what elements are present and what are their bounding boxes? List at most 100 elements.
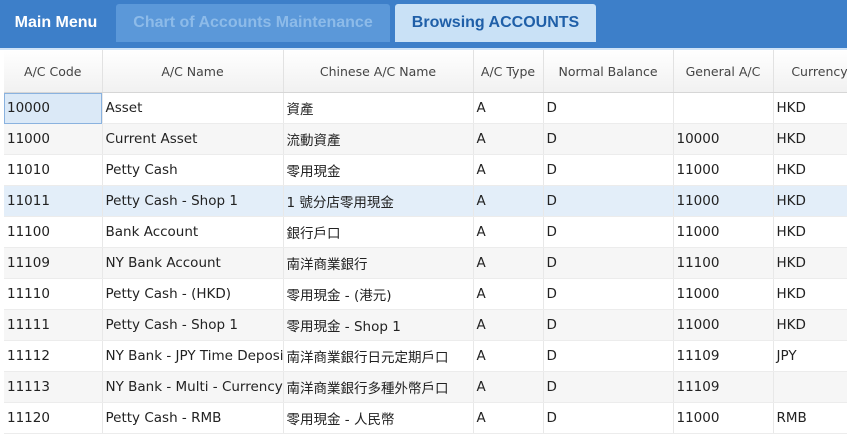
cell-ac-name[interactable]: Asset — [102, 92, 284, 124]
cell-ac-code[interactable]: 11100 — [4, 216, 103, 248]
tab-chart-of-accounts-maintenance[interactable]: Chart of Accounts Maintenance — [116, 4, 390, 42]
cell-ac-code[interactable]: 11000 — [4, 123, 103, 155]
cell-chinese-ac-name[interactable]: 南洋商業銀行日元定期戶口 — [283, 340, 474, 372]
table-row[interactable]: 11112 NY Bank - JPY Time Deposit 南洋商業銀行日… — [4, 340, 847, 372]
cell-ac-name[interactable]: NY Bank Account — [102, 247, 284, 279]
cell-normal-balance[interactable]: D — [543, 185, 674, 217]
cell-ac-name[interactable]: Bank Account — [102, 216, 284, 248]
cell-normal-balance[interactable]: D — [543, 216, 674, 248]
cell-ac-code[interactable]: 11010 — [4, 154, 103, 186]
cell-ac-type[interactable]: A — [473, 123, 544, 155]
cell-ac-code[interactable]: 10000 — [4, 92, 103, 124]
cell-ac-name[interactable]: Current Asset — [102, 123, 284, 155]
column-header-chinese-ac-name[interactable]: Chinese A/C Name — [283, 50, 474, 93]
cell-chinese-ac-name[interactable]: 1 號分店零用現金 — [283, 185, 474, 217]
table-row[interactable]: 11110 Petty Cash - (HKD) 零用現金 - (港元) A D… — [4, 278, 847, 310]
cell-general-ac[interactable]: 11109 — [673, 340, 774, 372]
cell-chinese-ac-name[interactable]: 零用現金 - Shop 1 — [283, 309, 474, 341]
cell-ac-name[interactable]: NY Bank - Multi - Currency — [102, 371, 284, 403]
cell-ac-type[interactable]: A — [473, 154, 544, 186]
table-row[interactable]: 11120 Petty Cash - RMB 零用現金 - 人民幣 A D 11… — [4, 402, 847, 434]
cell-general-ac[interactable] — [673, 92, 774, 124]
cell-general-ac[interactable]: 11000 — [673, 185, 774, 217]
cell-ac-name[interactable]: Petty Cash - Shop 1 — [102, 185, 284, 217]
cell-currency[interactable]: HKD — [773, 154, 847, 186]
cell-normal-balance[interactable]: D — [543, 92, 674, 124]
cell-chinese-ac-name[interactable]: 銀行戶口 — [283, 216, 474, 248]
table-row[interactable]: 11109 NY Bank Account 南洋商業銀行 A D 11100 H… — [4, 247, 847, 279]
cell-normal-balance[interactable]: D — [543, 247, 674, 279]
cell-ac-code[interactable]: 11011 — [4, 185, 103, 217]
accounts-table: A/C Code A/C Name Chinese A/C Name A/C T… — [4, 50, 847, 434]
cell-currency[interactable]: HKD — [773, 247, 847, 279]
table-row[interactable]: 11000 Current Asset 流動資產 A D 10000 HKD — [4, 123, 847, 155]
cell-ac-name[interactable]: Petty Cash — [102, 154, 284, 186]
cell-ac-name[interactable]: NY Bank - JPY Time Deposit — [102, 340, 284, 372]
cell-general-ac[interactable]: 11000 — [673, 154, 774, 186]
table-header-row: A/C Code A/C Name Chinese A/C Name A/C T… — [4, 50, 847, 93]
cell-ac-type[interactable]: A — [473, 340, 544, 372]
column-header-currency[interactable]: Currency — [773, 50, 847, 93]
cell-ac-type[interactable]: A — [473, 185, 544, 217]
cell-chinese-ac-name[interactable]: 南洋商業銀行 — [283, 247, 474, 279]
cell-ac-type[interactable]: A — [473, 371, 544, 403]
cell-currency[interactable]: RMB — [773, 402, 847, 434]
cell-ac-code[interactable]: 11111 — [4, 309, 103, 341]
table-row[interactable]: 10000 Asset 資產 A D HKD — [4, 92, 847, 124]
tab-browsing-accounts[interactable]: Browsing ACCOUNTS — [395, 4, 596, 42]
cell-ac-code[interactable]: 11113 — [4, 371, 103, 403]
cell-ac-code[interactable]: 11120 — [4, 402, 103, 434]
column-header-general-ac[interactable]: General A/C — [673, 50, 774, 93]
cell-general-ac[interactable]: 11000 — [673, 278, 774, 310]
cell-general-ac[interactable]: 11000 — [673, 402, 774, 434]
cell-currency[interactable]: HKD — [773, 309, 847, 341]
cell-chinese-ac-name[interactable]: 零用現金 - (港元) — [283, 278, 474, 310]
column-header-ac-type[interactable]: A/C Type — [473, 50, 544, 93]
cell-chinese-ac-name[interactable]: 零用現金 - 人民幣 — [283, 402, 474, 434]
cell-normal-balance[interactable]: D — [543, 371, 674, 403]
column-header-normal-balance[interactable]: Normal Balance — [543, 50, 674, 93]
cell-general-ac[interactable]: 10000 — [673, 123, 774, 155]
cell-general-ac[interactable]: 11109 — [673, 371, 774, 403]
cell-currency[interactable]: HKD — [773, 92, 847, 124]
cell-ac-name[interactable]: Petty Cash - (HKD) — [102, 278, 284, 310]
cell-currency[interactable]: HKD — [773, 185, 847, 217]
tab-main-menu[interactable]: Main Menu — [0, 4, 112, 42]
cell-normal-balance[interactable]: D — [543, 309, 674, 341]
cell-ac-name[interactable]: Petty Cash - Shop 1 — [102, 309, 284, 341]
cell-ac-type[interactable]: A — [473, 216, 544, 248]
cell-ac-type[interactable]: A — [473, 247, 544, 279]
cell-normal-balance[interactable]: D — [543, 154, 674, 186]
cell-ac-type[interactable]: A — [473, 402, 544, 434]
cell-general-ac[interactable]: 11000 — [673, 309, 774, 341]
cell-ac-code[interactable]: 11109 — [4, 247, 103, 279]
cell-ac-type[interactable]: A — [473, 278, 544, 310]
cell-normal-balance[interactable]: D — [543, 402, 674, 434]
table-row[interactable]: 11111 Petty Cash - Shop 1 零用現金 - Shop 1 … — [4, 309, 847, 341]
column-header-ac-name[interactable]: A/C Name — [102, 50, 284, 93]
cell-general-ac[interactable]: 11100 — [673, 247, 774, 279]
cell-currency[interactable]: HKD — [773, 123, 847, 155]
cell-normal-balance[interactable]: D — [543, 340, 674, 372]
cell-ac-name[interactable]: Petty Cash - RMB — [102, 402, 284, 434]
cell-currency[interactable]: HKD — [773, 278, 847, 310]
cell-currency[interactable]: HKD — [773, 216, 847, 248]
cell-chinese-ac-name[interactable]: 流動資產 — [283, 123, 474, 155]
column-header-ac-code[interactable]: A/C Code — [4, 50, 103, 93]
cell-ac-type[interactable]: A — [473, 309, 544, 341]
cell-chinese-ac-name[interactable]: 資產 — [283, 92, 474, 124]
cell-chinese-ac-name[interactable]: 南洋商業銀行多種外幣戶口 — [283, 371, 474, 403]
table-row[interactable]: 11010 Petty Cash 零用現金 A D 11000 HKD — [4, 154, 847, 186]
cell-general-ac[interactable]: 11000 — [673, 216, 774, 248]
table-row[interactable]: 11011 Petty Cash - Shop 1 1 號分店零用現金 A D … — [4, 185, 847, 217]
cell-currency[interactable]: JPY — [773, 340, 847, 372]
table-row[interactable]: 11113 NY Bank - Multi - Currency 南洋商業銀行多… — [4, 371, 847, 403]
cell-ac-type[interactable]: A — [473, 92, 544, 124]
cell-ac-code[interactable]: 11112 — [4, 340, 103, 372]
cell-ac-code[interactable]: 11110 — [4, 278, 103, 310]
cell-normal-balance[interactable]: D — [543, 123, 674, 155]
cell-normal-balance[interactable]: D — [543, 278, 674, 310]
table-row[interactable]: 11100 Bank Account 銀行戶口 A D 11000 HKD — [4, 216, 847, 248]
cell-chinese-ac-name[interactable]: 零用現金 — [283, 154, 474, 186]
cell-currency[interactable] — [773, 371, 847, 403]
